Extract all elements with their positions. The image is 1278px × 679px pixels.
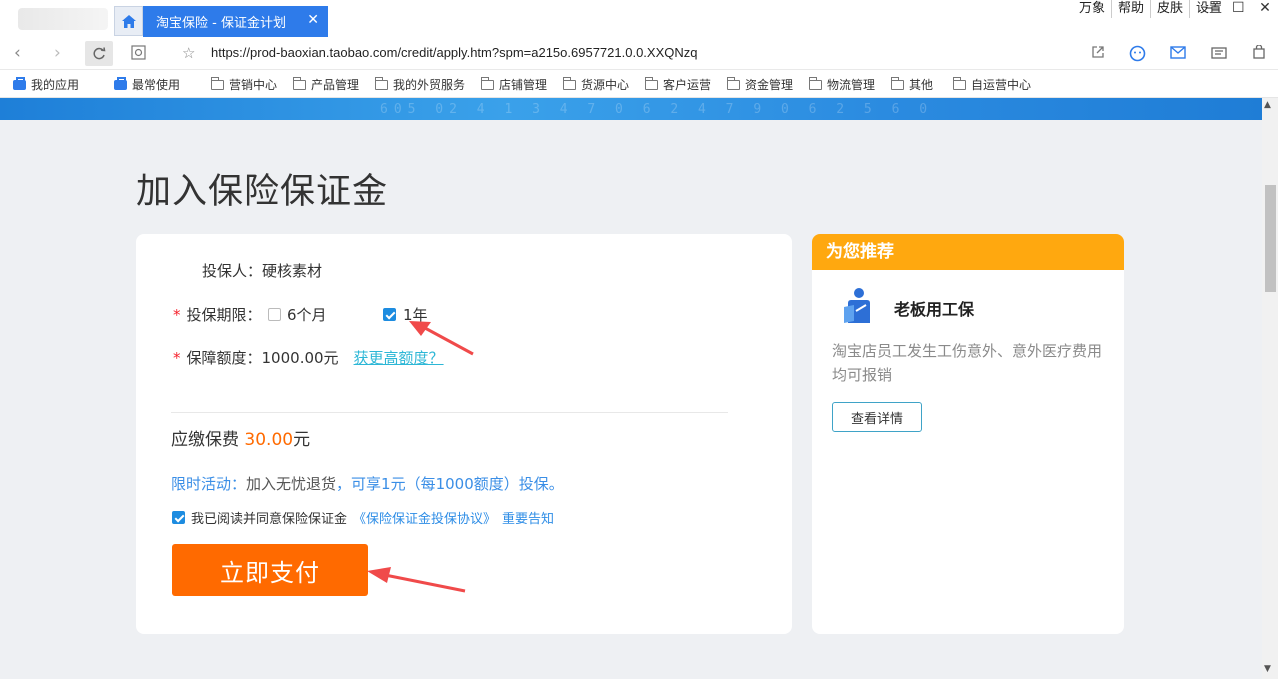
folder-icon — [953, 76, 966, 90]
agreement-checkbox[interactable] — [172, 511, 185, 524]
important-notice-link[interactable]: 重要告知 — [502, 508, 554, 527]
bookmark-other[interactable]: 其他 — [891, 76, 933, 93]
period-label: 投保期限： — [186, 306, 262, 324]
assistant-icon[interactable] — [1129, 45, 1146, 66]
form-divider — [171, 412, 728, 413]
bookmark-logistics[interactable]: 物流管理 — [809, 76, 875, 93]
bookmark-trade[interactable]: 我的外贸服务 — [375, 76, 465, 93]
reader-mode-icon[interactable] — [131, 45, 146, 65]
bookmark-customers[interactable]: 客户运营 — [645, 76, 711, 93]
premium-amount: 30.00 — [244, 430, 294, 450]
bookmark-shop[interactable]: 店铺管理 — [481, 76, 547, 93]
bookmark-frequent[interactable]: 最常使用 — [114, 76, 180, 93]
briefcase-icon — [114, 76, 127, 90]
scroll-up-icon[interactable]: ▲ — [1264, 100, 1271, 110]
folder-icon — [211, 76, 224, 90]
agreement-row: 我已阅读并同意保险保证金 《保险保证金投保协议》 重要告知 — [172, 508, 554, 527]
required-mark: * — [173, 348, 181, 367]
reload-icon — [93, 46, 106, 59]
coverage-label: 保障额度： — [186, 349, 262, 367]
agreement-text: 我已阅读并同意保险保证金 — [191, 512, 348, 527]
promo-highlight: 加入无忧退货 — [246, 475, 337, 493]
recommend-card: 为您推荐 老板用工保 淘宝店员工发生工伤意外、意外医疗费用均可报销 查看详情 — [812, 234, 1124, 634]
minimize-icon[interactable]: — — [1205, 0, 1219, 16]
required-mark: * — [173, 305, 181, 324]
window-controls: — ☐ ✕ — [1205, 0, 1271, 16]
blurred-tab-placeholder — [18, 8, 108, 30]
checkbox-6-months[interactable] — [268, 308, 281, 321]
period-row: * 投保期限： — [173, 304, 262, 325]
period-option-label: 1年 — [403, 306, 428, 324]
folder-icon — [481, 76, 494, 90]
checkbox-1-year[interactable] — [383, 308, 396, 321]
maximize-icon[interactable]: ☐ — [1232, 0, 1245, 16]
scroll-down-icon[interactable]: ▼ — [1264, 664, 1271, 674]
promo-rest: ，可享1元（每1000额度）投保。 — [336, 475, 564, 493]
folder-icon — [645, 76, 658, 90]
coverage-value: 1000.00元 — [261, 349, 339, 367]
view-details-button[interactable]: 查看详情 — [832, 402, 922, 432]
window-link-skin[interactable]: 皮肤 — [1151, 0, 1190, 18]
bookmarks-bar: 我的应用 最常使用 营销中心 产品管理 我的外贸服务 店铺管理 货源中心 客户运… — [0, 70, 1278, 98]
address-bar: ‹ › ☆ https://prod-baoxian.taobao.com/cr… — [0, 37, 1278, 70]
pay-now-button[interactable]: 立即支付 — [172, 544, 368, 596]
insured-label: 投保人： — [202, 262, 263, 280]
higher-coverage-link[interactable]: 获更高额度？ — [354, 347, 444, 368]
product-description: 淘宝店员工发生工伤意外、意外医疗费用均可报销 — [832, 342, 1103, 384]
back-icon[interactable]: ‹ — [14, 43, 21, 63]
active-tab[interactable]: 淘宝保险 - 保证金计划 ✕ — [143, 6, 328, 37]
close-window-icon[interactable]: ✕ — [1259, 0, 1271, 16]
premium-row: 应缴保费 30.00元 — [171, 425, 310, 450]
premium-unit: 元 — [293, 430, 311, 450]
period-option-label: 6个月 — [287, 306, 327, 324]
folder-icon — [293, 76, 306, 90]
period-option-6-months[interactable]: 6个月 — [268, 304, 327, 325]
reload-button[interactable] — [85, 41, 113, 66]
period-option-1-year[interactable]: 1年 — [383, 304, 428, 325]
folder-icon — [891, 76, 904, 90]
insured-value: 硬核素材 — [262, 262, 323, 280]
card-icon[interactable] — [1211, 45, 1227, 63]
coverage-row: * 保障额度： 1000.00元 获更高额度？ — [173, 347, 444, 368]
page-title: 加入保险保证金 — [136, 172, 389, 212]
share-icon[interactable] — [1091, 45, 1105, 63]
bookmark-sourcing[interactable]: 货源中心 — [563, 76, 629, 93]
worker-icon — [842, 287, 874, 329]
title-bar: 淘宝保险 - 保证金计划 ✕ 万象 帮助 皮肤 设置 — ☐ ✕ — [0, 0, 1278, 37]
bag-icon[interactable] — [1252, 44, 1266, 63]
briefcase-icon — [13, 76, 26, 90]
tab-title: 淘宝保险 - 保证金计划 — [156, 16, 286, 31]
forward-icon[interactable]: › — [54, 43, 61, 63]
folder-icon — [727, 76, 740, 90]
recommend-header: 为您推荐 — [812, 234, 1124, 270]
home-tab-button[interactable] — [114, 6, 143, 36]
bookmark-marketing[interactable]: 营销中心 — [211, 76, 277, 93]
insured-row: 投保人： 硬核素材 — [202, 260, 322, 281]
folder-icon — [809, 76, 822, 90]
header-banner: 605 02 4 1 3 4 7 0 6 2 4 7 9 0 6 2 5 6 0 — [0, 98, 1262, 120]
folder-icon — [563, 76, 576, 90]
home-icon — [121, 14, 136, 28]
mail-icon[interactable] — [1170, 45, 1186, 63]
product-name: 老板用工保 — [894, 300, 975, 319]
bookmark-my-apps[interactable]: 我的应用 — [13, 76, 79, 93]
window-link-help[interactable]: 帮助 — [1112, 0, 1151, 18]
scrollbar-thumb[interactable] — [1265, 185, 1276, 292]
agreement-link[interactable]: 《保险保证金投保协议》 — [353, 508, 496, 527]
tab-close-icon[interactable]: ✕ — [307, 12, 319, 28]
promo-label: 限时活动： — [171, 475, 247, 493]
bookmark-funds[interactable]: 资金管理 — [727, 76, 793, 93]
bookmark-self-operated[interactable]: 自运营中心 — [953, 76, 1031, 93]
bookmark-products[interactable]: 产品管理 — [293, 76, 359, 93]
promo-text: 限时活动：加入无忧退货，可享1元（每1000额度）投保。 — [171, 473, 564, 494]
premium-label: 应缴保费 — [171, 430, 239, 450]
banner-decoration-text: 605 02 4 1 3 4 7 0 6 2 4 7 9 0 6 2 5 6 0 — [380, 102, 934, 117]
url-text[interactable]: https://prod-baoxian.taobao.com/credit/a… — [211, 45, 697, 60]
favorite-star-icon[interactable]: ☆ — [182, 44, 195, 62]
folder-icon — [375, 76, 388, 90]
window-link-wanxiang[interactable]: 万象 — [1073, 0, 1112, 18]
